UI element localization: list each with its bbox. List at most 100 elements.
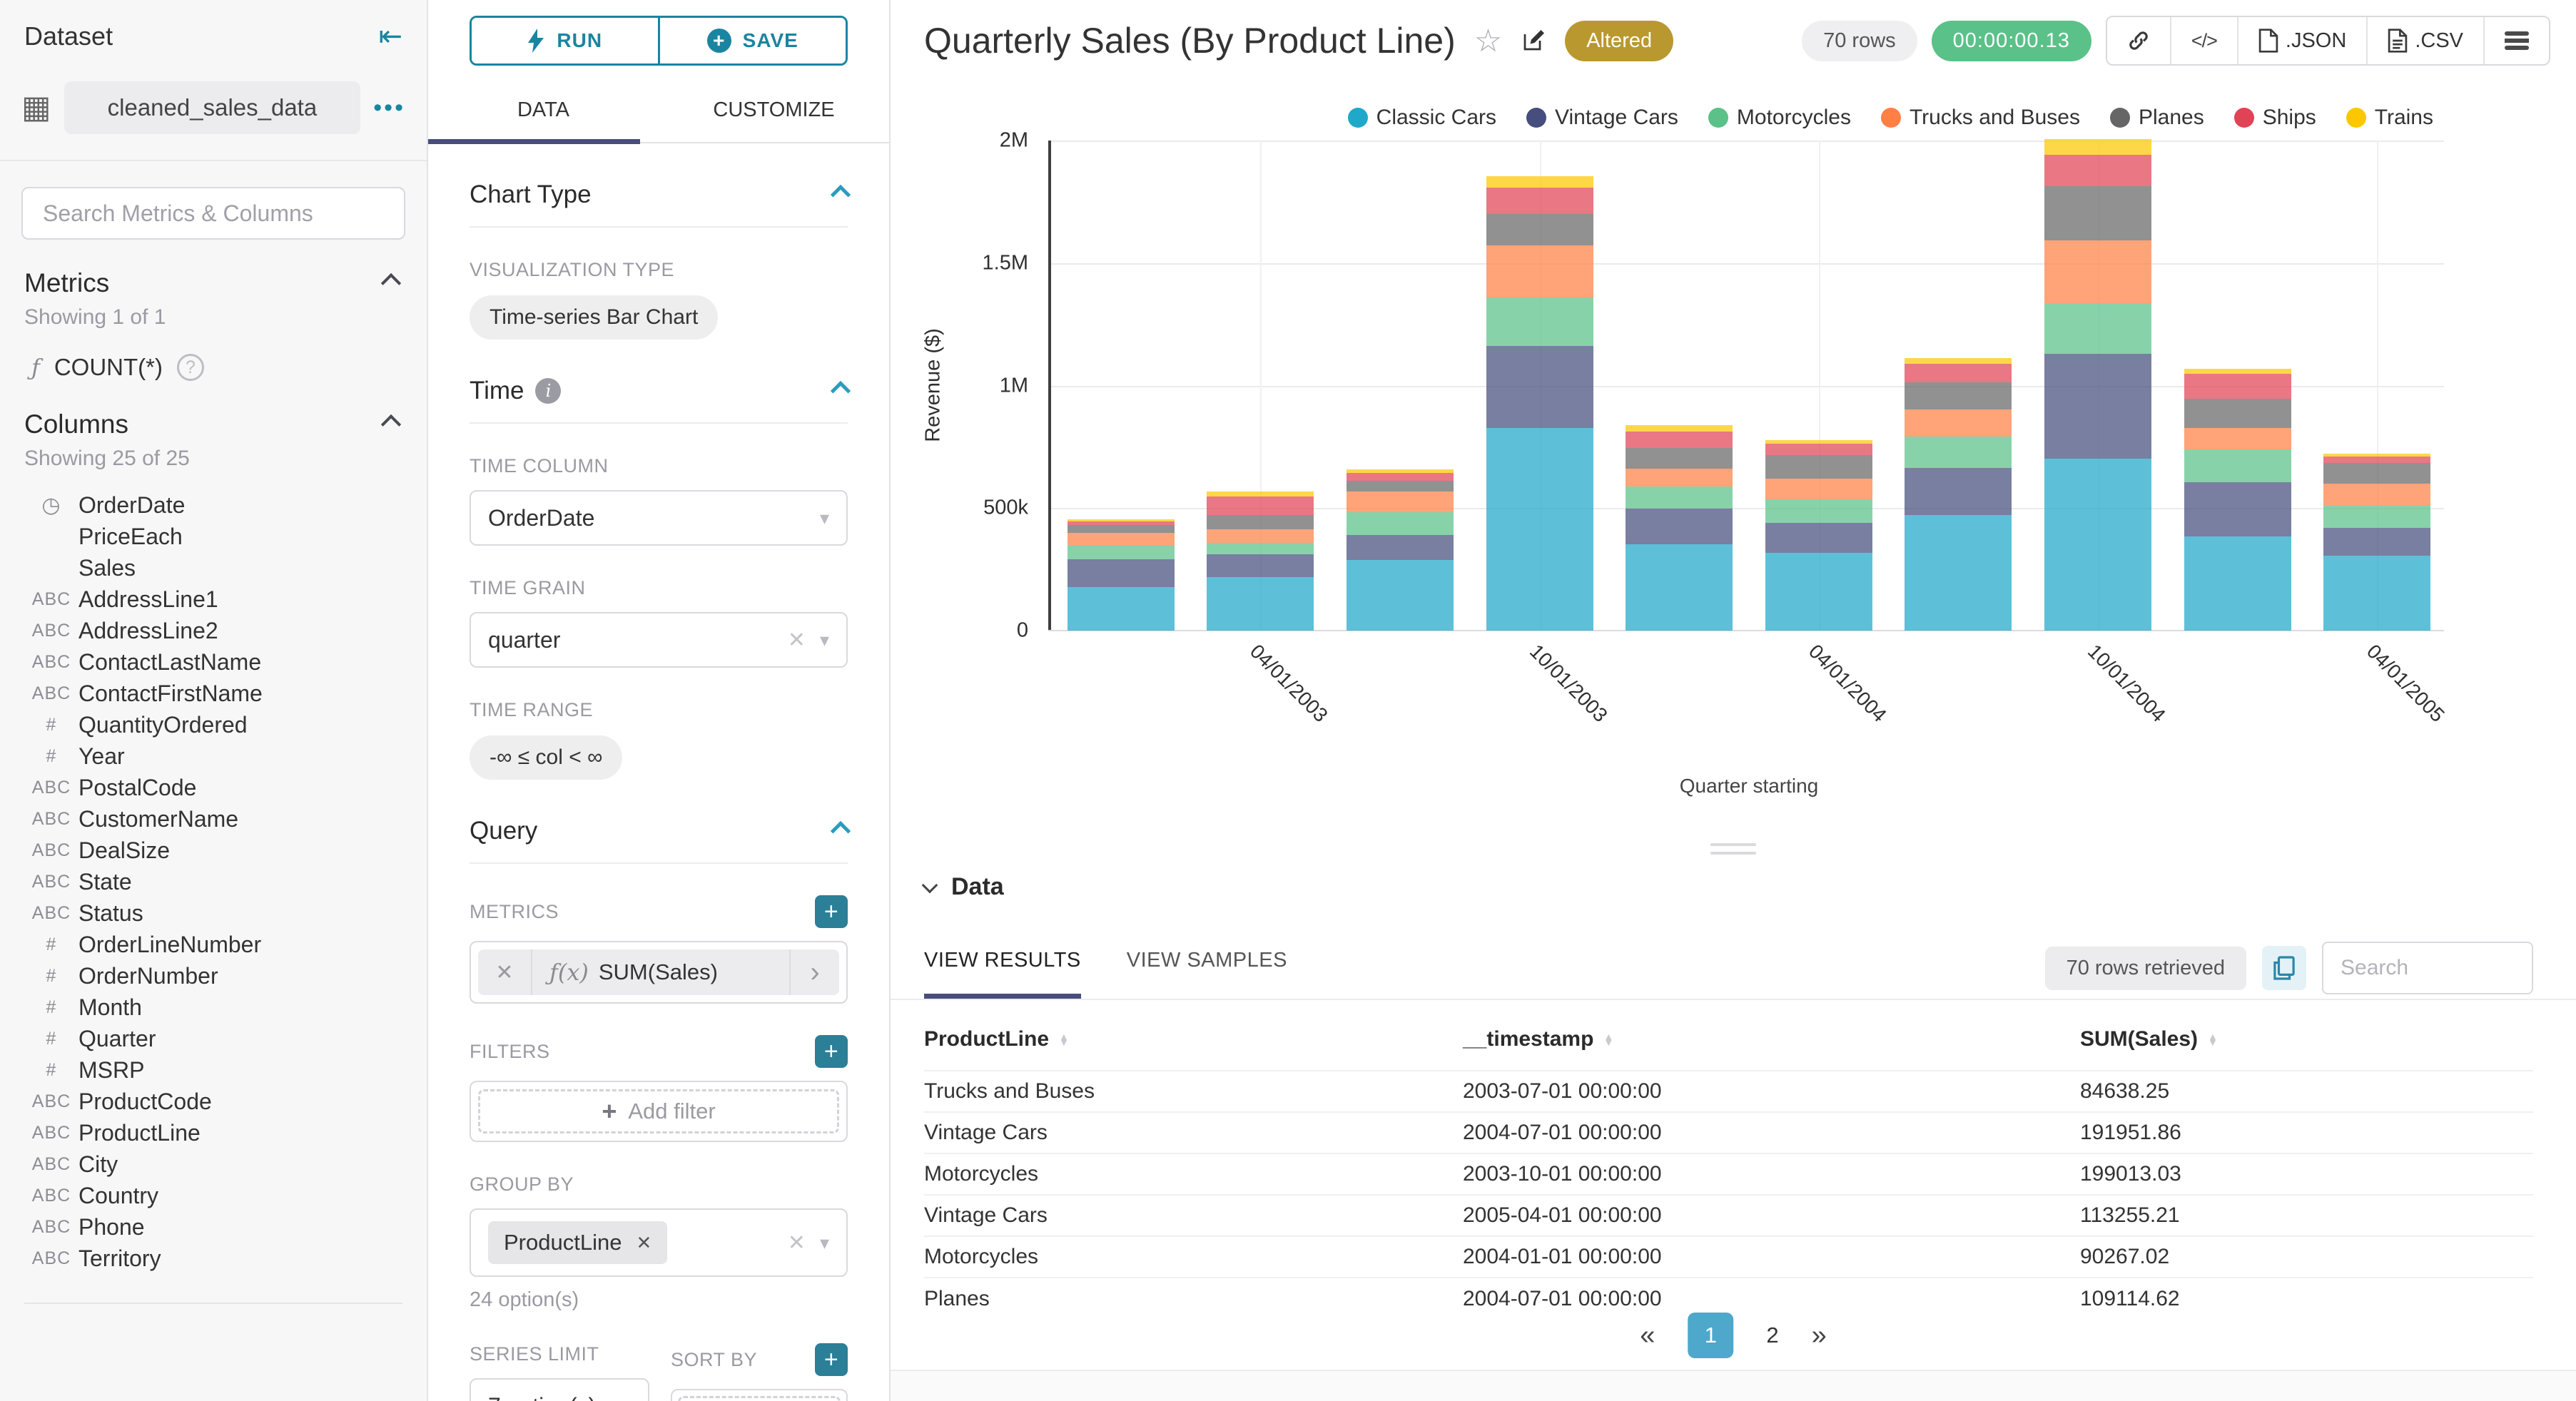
bar-segment[interactable] (2044, 185, 2151, 241)
bar-segment[interactable] (1905, 409, 2012, 437)
bar-segment[interactable] (1626, 486, 1733, 509)
pagination-page[interactable]: 2 (1766, 1323, 1778, 1348)
bar-segment[interactable] (2323, 463, 2431, 484)
column-item[interactable]: ABC DealSize (24, 835, 402, 866)
bar-segment[interactable] (1626, 468, 1733, 487)
resize-handle[interactable] (1710, 843, 1756, 860)
column-header[interactable]: __timestamp ▲ ▼ (1463, 1017, 2080, 1071)
bar-segment[interactable] (1347, 511, 1454, 535)
bar-segment[interactable] (2323, 457, 2431, 464)
results-search-input[interactable] (2322, 942, 2533, 994)
pagination-prev[interactable]: « (1640, 1320, 1655, 1351)
metric-pill[interactable]: ✕ ƒ(x) SUM(Sales) › (478, 949, 839, 995)
column-item[interactable]: ABC ProductLine (24, 1117, 402, 1148)
chevron-up-icon[interactable] (830, 820, 851, 842)
column-item[interactable]: # Quarter (24, 1023, 402, 1054)
clear-icon[interactable]: ✕ (788, 1231, 806, 1255)
copy-link-button[interactable] (2106, 17, 2171, 64)
add-filter-dropzone[interactable]: + Add filter (478, 1089, 839, 1133)
chevron-up-icon[interactable] (830, 380, 851, 402)
column-item[interactable]: # Month (24, 992, 402, 1023)
dataset-name[interactable]: cleaned_sales_data (64, 81, 361, 134)
viz-type-value[interactable]: Time-series Bar Chart (470, 295, 719, 340)
collapse-panel-icon[interactable]: ⇤ (378, 20, 402, 53)
bar-segment[interactable] (1207, 577, 1314, 631)
save-button[interactable]: + SAVE (659, 18, 846, 63)
bar-segment[interactable] (1765, 479, 1872, 499)
bar-segment[interactable] (2044, 155, 2151, 186)
bar-segment[interactable] (1486, 176, 1593, 188)
export-json-button[interactable]: .JSON (2238, 17, 2368, 64)
bar-segment[interactable] (1765, 523, 1872, 554)
bar-segment[interactable] (1486, 297, 1593, 347)
column-item[interactable]: ABC Territory (24, 1243, 402, 1274)
tab-view-samples[interactable]: VIEW SAMPLES (1127, 949, 1287, 999)
bar-segment[interactable] (2323, 528, 2431, 556)
column-header[interactable]: SUM(Sales) ▲ ▼ (2080, 1017, 2533, 1071)
bar-segment[interactable] (1486, 214, 1593, 246)
column-item[interactable]: ABC ContactFirstName (24, 678, 402, 709)
bar-segment[interactable] (1067, 544, 1175, 560)
bar-segment[interactable] (1905, 515, 2012, 631)
chevron-down-icon[interactable] (921, 877, 938, 893)
bar-segment[interactable] (2323, 504, 2431, 529)
column-item[interactable]: ABC Country (24, 1180, 402, 1211)
column-item[interactable]: ABC AddressLine1 (24, 584, 402, 615)
dataset-more-icon[interactable]: ••• (373, 94, 405, 122)
bar-segment[interactable] (2184, 374, 2291, 399)
bar-segment[interactable] (2044, 240, 2151, 304)
chevron-up-icon[interactable] (380, 414, 402, 435)
legend-item[interactable]: Trucks and Buses (1880, 106, 2080, 130)
expand-metric-icon[interactable]: › (789, 949, 839, 995)
bar-segment[interactable] (2184, 482, 2291, 537)
pagination-page[interactable]: 1 (1688, 1313, 1734, 1358)
legend-item[interactable]: Vintage Cars (1526, 106, 1678, 130)
bar-segment[interactable] (1905, 358, 2012, 364)
column-header[interactable]: ProductLine ▲ ▼ (924, 1017, 1463, 1071)
bar-segment[interactable] (1347, 534, 1454, 560)
bar-segment[interactable] (1067, 525, 1175, 533)
edit-title-icon[interactable] (1521, 28, 1546, 54)
bar-segment[interactable] (2044, 354, 2151, 459)
pagination-next[interactable]: » (1812, 1320, 1827, 1351)
favorite-star-icon[interactable]: ☆ (1474, 23, 1502, 59)
column-item[interactable]: ABC ContactLastName (24, 646, 402, 678)
time-range-value[interactable]: -∞ ≤ col < ∞ (470, 735, 623, 780)
add-metric-button[interactable]: + (815, 895, 848, 928)
add-metric-dropzone[interactable]: + Add metric (678, 1396, 841, 1401)
column-item[interactable]: # OrderLineNumber (24, 929, 402, 960)
bar-segment[interactable] (2184, 427, 2291, 449)
bar-segment[interactable] (1626, 509, 1733, 544)
altered-badge[interactable]: Altered (1565, 20, 1674, 61)
legend-item[interactable]: Classic Cars (1347, 106, 1496, 130)
column-item[interactable]: ABC State (24, 866, 402, 897)
metric-item[interactable]: ƒ COUNT(*) ? (31, 354, 402, 381)
bar-segment[interactable] (1905, 468, 2012, 516)
bar-segment[interactable] (1765, 443, 1872, 455)
column-item[interactable]: PriceEach (24, 521, 402, 552)
bar-segment[interactable] (1207, 554, 1314, 578)
menu-button[interactable] (2485, 17, 2549, 64)
column-item[interactable]: ABC ProductCode (24, 1086, 402, 1117)
legend-item[interactable]: Motorcycles (1708, 106, 1851, 130)
run-button[interactable]: RUN (472, 18, 660, 63)
bar-segment[interactable] (1067, 559, 1175, 587)
bar-segment[interactable] (1626, 432, 1733, 449)
bar-segment[interactable] (2184, 368, 2291, 375)
bar-segment[interactable] (1905, 363, 2012, 383)
column-item[interactable]: # QuantityOrdered (24, 709, 402, 740)
remove-metric-icon[interactable]: ✕ (478, 949, 532, 995)
bar-segment[interactable] (2044, 459, 2151, 631)
bar-segment[interactable] (1486, 187, 1593, 215)
bar-segment[interactable] (1486, 427, 1593, 631)
bar-segment[interactable] (1347, 480, 1454, 491)
column-item[interactable]: Sales (24, 552, 402, 584)
tab-view-results[interactable]: VIEW RESULTS (924, 949, 1081, 999)
tab-customize[interactable]: CUSTOMIZE (659, 98, 889, 142)
bar-segment[interactable] (1207, 496, 1314, 515)
bar-segment[interactable] (1486, 245, 1593, 297)
bar-segment[interactable] (1626, 448, 1733, 469)
bar-segment[interactable] (1207, 514, 1314, 529)
column-item[interactable]: ABC AddressLine2 (24, 615, 402, 646)
bar-segment[interactable] (1067, 586, 1175, 631)
